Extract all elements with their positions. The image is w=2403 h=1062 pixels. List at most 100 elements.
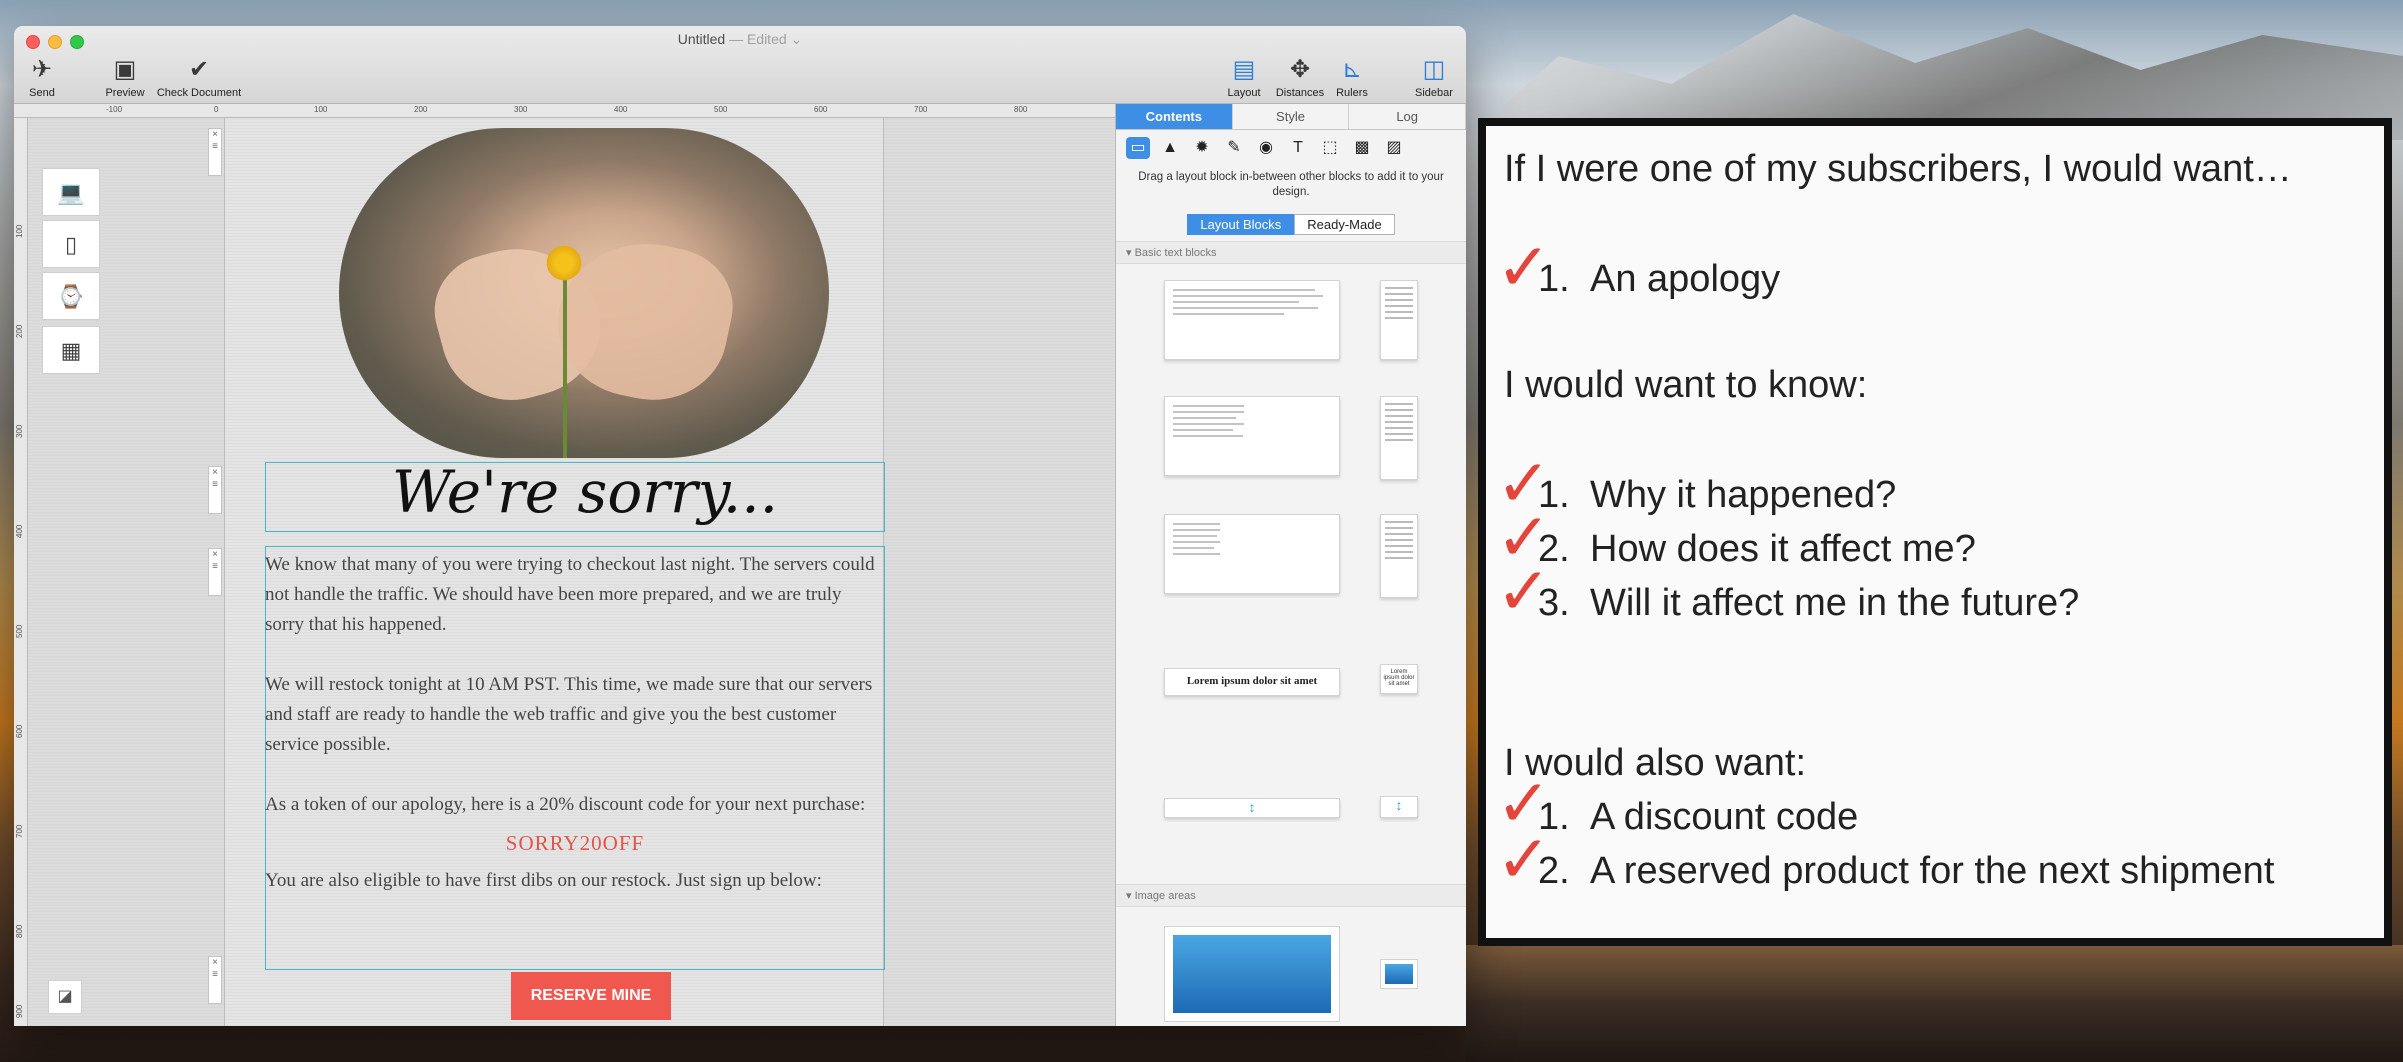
image-area-block[interactable]: [1164, 926, 1340, 1022]
ruler-tick-label: 700: [15, 824, 24, 838]
ruler-tick-label: 300: [15, 424, 24, 438]
block-gallery: Lorem ipsum dolor sit amet Lorem ipsum d…: [1116, 264, 1466, 864]
layout-blocks-segment[interactable]: Layout Blocks: [1187, 214, 1295, 235]
rulers-button[interactable]: ⊾ Rulers: [1330, 56, 1374, 99]
discount-code: SORRY20OFF: [505, 831, 645, 855]
ruler-tick-label: 300: [514, 105, 528, 114]
preview-label: Preview: [105, 87, 145, 99]
watch-view-button[interactable]: ⌚: [42, 272, 100, 320]
edited-status[interactable]: — Edited ⌄: [729, 31, 802, 47]
text-block-single-column[interactable]: [1164, 280, 1340, 360]
horizontal-ruler[interactable]: -100 0 100 200 300 400 500 600 700 800: [14, 104, 1115, 118]
reserve-mine-button[interactable]: RESERVE MINE: [511, 972, 671, 1020]
preview-button[interactable]: ▣ Preview: [100, 56, 150, 99]
text-block-two-columns[interactable]: [1164, 396, 1340, 476]
yellow-flower-shape: [544, 243, 584, 283]
block-handle[interactable]: × ≡: [208, 548, 222, 596]
video-icon[interactable]: ◉: [1254, 137, 1278, 159]
tab-contents[interactable]: Contents: [1116, 104, 1233, 129]
window-title: Untitled — Edited ⌄: [14, 31, 1466, 48]
text-icon[interactable]: T: [1286, 137, 1310, 159]
text-block-single-mini[interactable]: [1380, 280, 1418, 360]
pattern-icon[interactable]: ▩: [1350, 137, 1374, 159]
image-icon[interactable]: ▨: [1382, 137, 1406, 159]
image-areas-header[interactable]: ▾ Image areas: [1116, 884, 1466, 907]
headline[interactable]: We're sorry...: [285, 458, 885, 528]
layout-label: Layout: [1227, 87, 1261, 99]
checkmark-circle-icon: ✔: [188, 56, 210, 83]
distances-label: Distances: [1275, 87, 1325, 99]
corner-icon: ◪: [57, 988, 73, 1005]
ruler-tick-label: 200: [15, 324, 24, 338]
email-design[interactable]: × ≡ × ≡ We're sorry... × ≡ We know that man…: [208, 118, 885, 1026]
flower-stem-shape: [563, 278, 567, 458]
ruler-tick-label: 400: [614, 105, 628, 114]
selection-icon[interactable]: ⬚: [1318, 137, 1342, 159]
hero-image-hands-flower[interactable]: [339, 128, 829, 458]
block-handle[interactable]: × ≡: [208, 466, 222, 514]
note-item-affect: How does it affect me?: [1590, 528, 1976, 570]
heading-block-mini[interactable]: Lorem ipsum dolor sit amet: [1380, 664, 1418, 694]
ruler-tick-label: 900: [15, 1004, 24, 1018]
spacer-block[interactable]: ↕: [1164, 798, 1340, 818]
check-document-label: Check Document: [156, 87, 242, 99]
layout-button[interactable]: ▤ Layout: [1222, 56, 1266, 99]
note-item-number: 1.: [1538, 258, 1570, 300]
devices-icon: ▣: [113, 56, 137, 83]
ruler-tick-label: 100: [314, 105, 328, 114]
text-block-two-mini[interactable]: [1380, 396, 1418, 480]
send-label: Send: [29, 87, 55, 99]
body-text-block[interactable]: We know that many of you were trying to …: [265, 550, 885, 926]
section-label: Image areas: [1134, 890, 1196, 902]
check-document-button[interactable]: ✔ Check Document: [150, 56, 248, 99]
note-item-reserved: A reserved product for the next shipment: [1590, 850, 2275, 892]
distances-button[interactable]: ✥ Distances: [1270, 56, 1330, 99]
resize-vertical-icon: ↕: [1395, 797, 1403, 813]
laptop-icon: 💻: [57, 180, 85, 205]
section-label: Basic text blocks: [1134, 247, 1217, 259]
basic-text-blocks-header[interactable]: ▾ Basic text blocks: [1116, 241, 1466, 264]
note-item-apology: An apology: [1590, 258, 1781, 300]
image-placeholder: [1173, 935, 1331, 1013]
ruler-tick-label: 500: [714, 105, 728, 114]
spacer-block-mini[interactable]: ↕: [1380, 796, 1418, 818]
paper-plane-icon: ✈: [31, 56, 53, 83]
plain-text-view-button[interactable]: ▦: [42, 326, 100, 374]
desktop-view-button[interactable]: 💻: [42, 168, 100, 216]
device-selector: 💻 ▯ ⌚ ▦: [42, 168, 102, 378]
ruler-tick-label: 100: [15, 224, 24, 238]
ruler-tick-label: 800: [1014, 105, 1028, 114]
heading-block[interactable]: Lorem ipsum dolor sit amet: [1164, 668, 1340, 696]
text-block-three-columns[interactable]: [1164, 514, 1340, 594]
body-paragraph: We will restock tonight at 10 AM PST. Th…: [265, 674, 873, 755]
image-placeholder: [1385, 964, 1413, 984]
sidebar-button[interactable]: ◫ Sidebar: [1410, 56, 1458, 99]
block-source-segment: Layout Blocks Ready-Made: [1116, 214, 1466, 235]
image-area-mini[interactable]: [1380, 959, 1418, 989]
eyedropper-icon[interactable]: ✎: [1222, 137, 1246, 159]
design-canvas[interactable]: 💻 ▯ ⌚ ▦ ◪ × ≡ × ≡ We're sorry... × ≡ We kno…: [28, 118, 1115, 1026]
block-type-toolbar: ▭ ▲ ✹ ✎ ◉ T ⬚ ▩ ▨: [1116, 130, 1466, 166]
phone-view-button[interactable]: ▯: [42, 220, 100, 268]
ruler-tick-label: 500: [15, 624, 24, 638]
block-handle[interactable]: × ≡: [208, 128, 222, 176]
vertical-ruler[interactable]: 100 200 300 400 500 600 700 800 900: [14, 118, 28, 1026]
titlebar: Untitled — Edited ⌄ ✈ Send ▣ Preview ✔ C…: [14, 26, 1466, 104]
minimap-toggle-button[interactable]: ◪: [48, 980, 82, 1014]
ruler-tick-label: 600: [15, 724, 24, 738]
block-handle[interactable]: × ≡: [208, 956, 222, 1004]
send-button[interactable]: ✈ Send: [22, 56, 62, 99]
badge-icon[interactable]: ✹: [1190, 137, 1214, 159]
ready-made-segment[interactable]: Ready-Made: [1294, 214, 1395, 235]
layout-block-icon[interactable]: ▭: [1126, 137, 1150, 159]
ruler-tick-label: 800: [15, 924, 24, 938]
ruler-tick-label: 0: [214, 105, 219, 114]
tab-style[interactable]: Style: [1233, 104, 1350, 129]
sidebar-tabs: Contents Style Log: [1116, 104, 1466, 130]
note-item-discount: A discount code: [1590, 796, 1859, 838]
tab-log[interactable]: Log: [1349, 104, 1466, 129]
text-block-three-mini[interactable]: [1380, 514, 1418, 598]
sidebar-label: Sidebar: [1415, 87, 1453, 99]
shape-icon[interactable]: ▲: [1158, 137, 1182, 159]
app-window: Untitled — Edited ⌄ ✈ Send ▣ Preview ✔ C…: [14, 26, 1466, 1026]
